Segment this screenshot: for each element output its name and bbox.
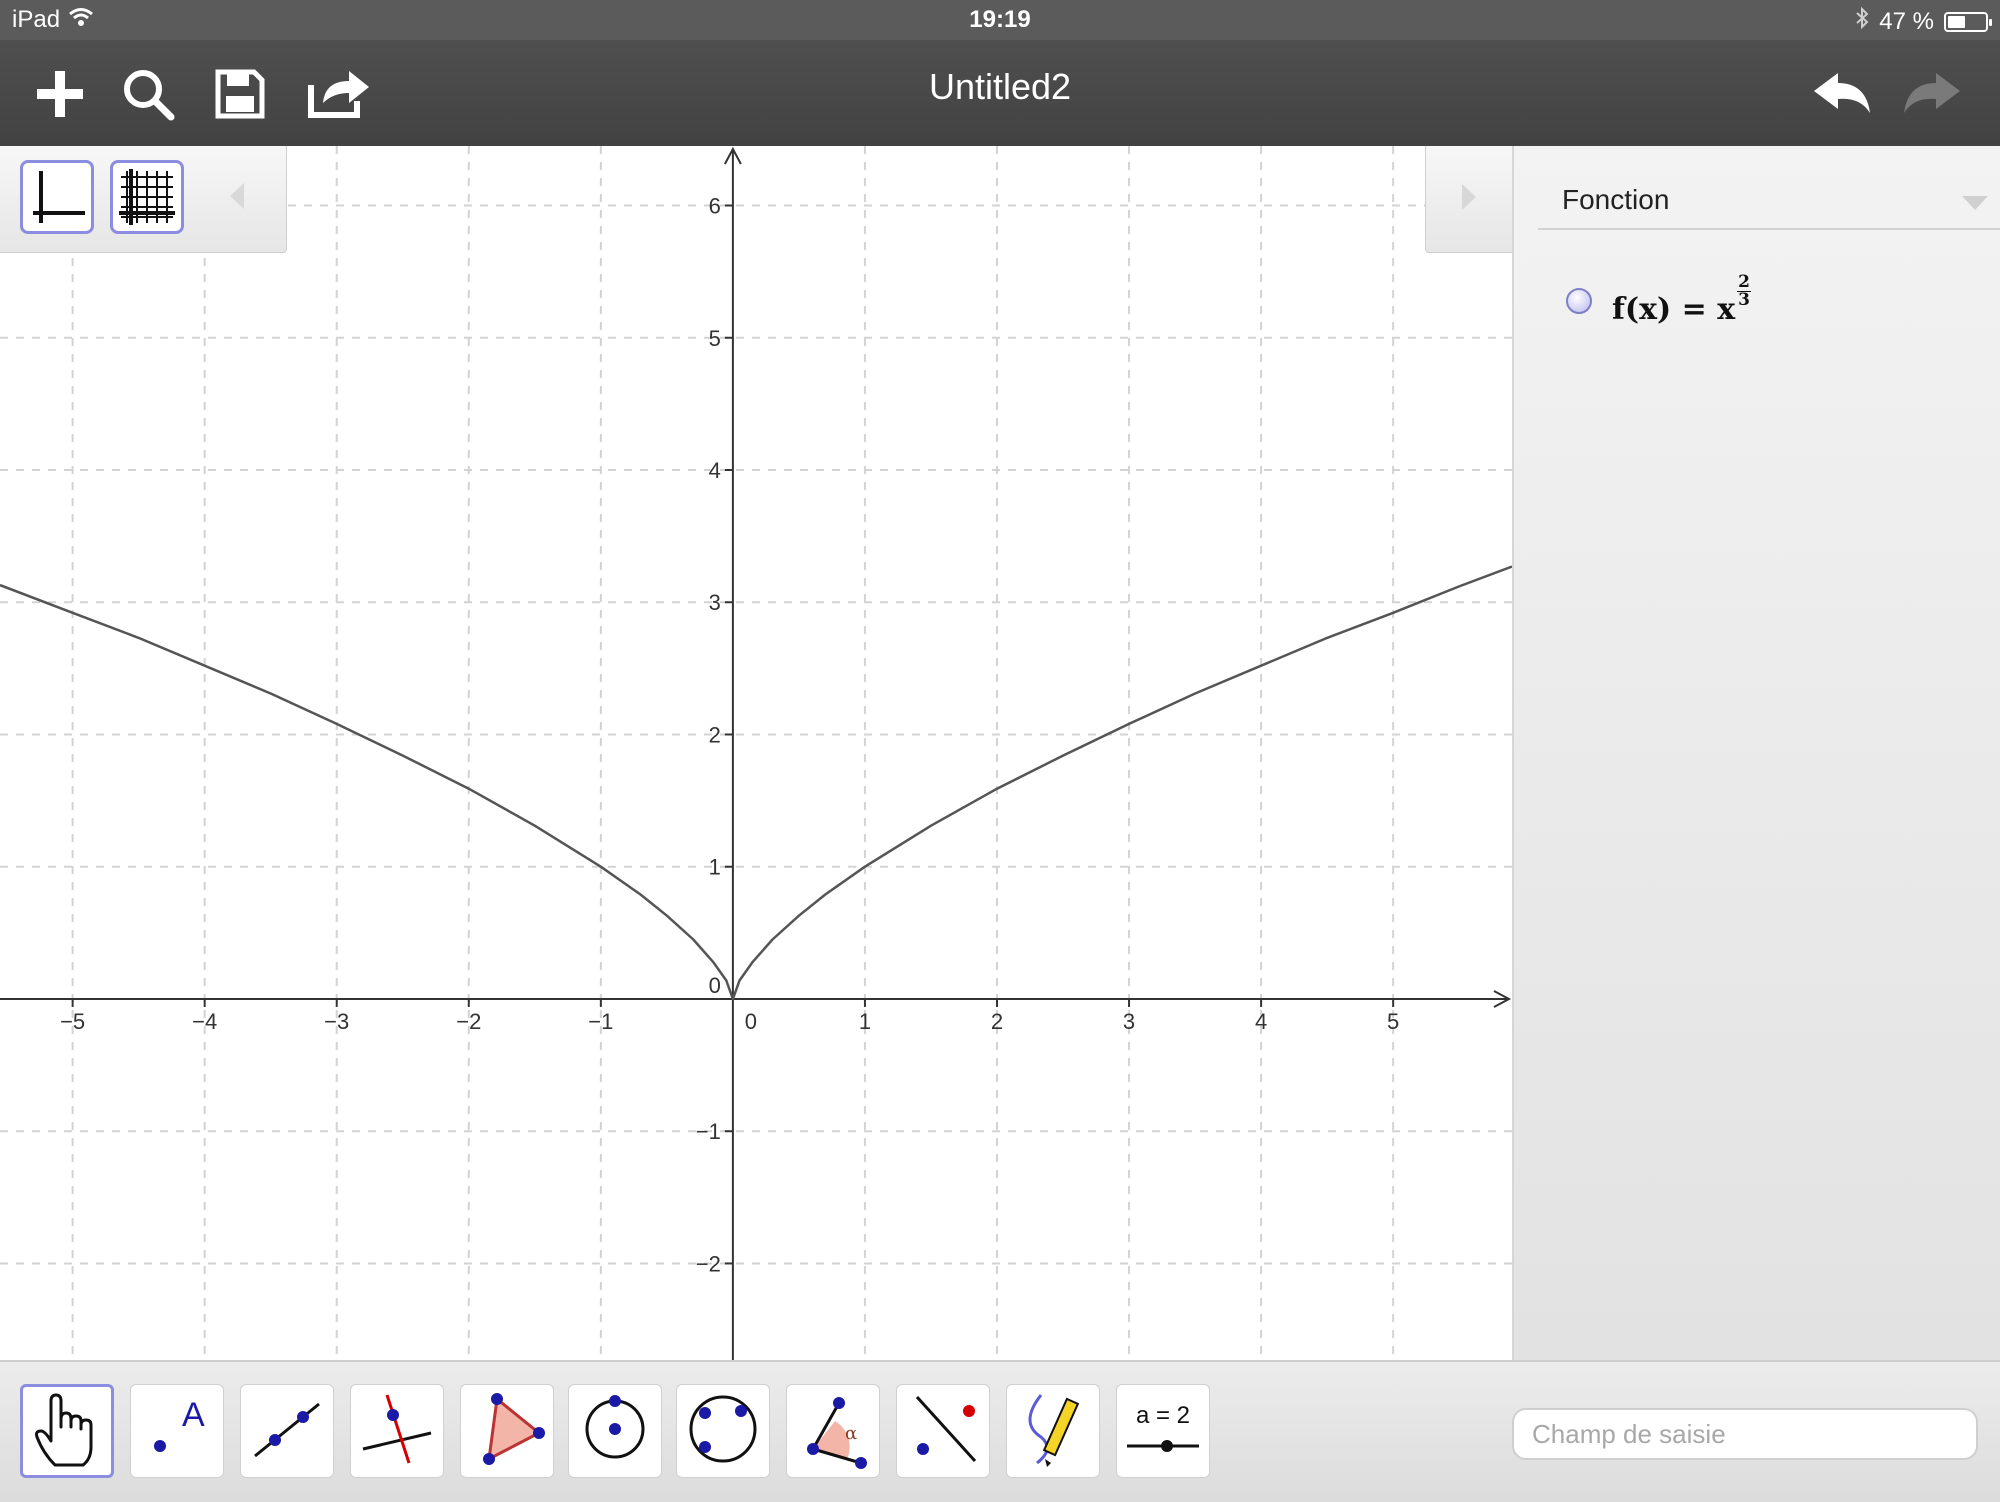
function-curve[interactable] [0,565,1512,1001]
visibility-toggle[interactable] [1566,287,1592,314]
x-tick-label: 5 [1387,1009,1399,1034]
x-tick-label: 2 [991,1009,1003,1034]
bluetooth-icon [1855,6,1869,37]
point-icon: A [142,1396,212,1466]
reflect-tool[interactable] [896,1384,990,1478]
y-tick-label: 1 [709,855,721,880]
y-tick-label: 3 [709,590,721,615]
status-right: 47 % [1855,6,1992,37]
x-tick-label: 4 [1255,1009,1267,1034]
x-tick-label: −5 [60,1009,85,1034]
algebra-sort-dropdown[interactable]: Fonction [1538,176,2000,230]
battery-percent: 47 % [1879,7,1934,35]
style-bar [0,146,287,253]
x-tick-label: 0 [745,1009,757,1034]
exponent-denominator: 3 [1738,290,1750,310]
y-tick-label: 5 [709,326,721,351]
x-tick-label: −2 [456,1009,481,1034]
grid-icon[interactable] [110,160,184,234]
status-time: 19:19 [969,6,1031,33]
input-bar[interactable] [1512,1408,1978,1460]
polygon-icon [469,1391,545,1472]
x-tick-label: −1 [588,1009,613,1034]
angle-icon: α [795,1393,871,1469]
pen-icon [1015,1389,1091,1474]
algebra-toggle-button[interactable] [1425,146,1512,253]
axes-icon[interactable] [20,160,94,234]
collapse-left-icon[interactable] [222,176,252,216]
slider-tool[interactable]: a = 2 [1116,1384,1210,1478]
y-tick-label: 6 [709,194,721,219]
x-tick-label: 3 [1123,1009,1135,1034]
y-tick-label: 0 [709,973,721,998]
line-tool[interactable] [240,1384,334,1478]
x-tick-label: −3 [324,1009,349,1034]
circle-center-tool[interactable] [568,1384,662,1478]
tool-bar: A α a = 2 Champ de saisie [0,1360,2000,1502]
reflect-icon [905,1391,981,1472]
polygon-tool[interactable] [460,1384,554,1478]
function-prefix: f(x) = x [1612,292,1736,327]
graphics-view[interactable]: −5 −4 −3 −2 −1 0 1 2 3 4 5 −2 −1 0 1 2 3 4 5 6 [0,146,1514,1360]
algebra-sort-label: Fonction [1562,184,1670,215]
algebra-entry-f[interactable]: f(x) = x23 [1566,274,1751,327]
freehand-tool[interactable] [1006,1384,1100,1478]
point-label: A [182,1396,205,1434]
status-bar: iPad 19:19 47 % [0,0,2000,40]
y-tick-label: −2 [696,1251,721,1276]
chevron-right-icon [1460,182,1478,217]
exponent-fraction: 23 [1737,274,1751,309]
circle-three-points-icon [685,1391,761,1472]
chevron-down-icon [1960,194,1990,217]
point-tool[interactable]: A [130,1384,224,1478]
perpendicular-tool[interactable] [350,1384,444,1478]
battery-icon [1944,11,1992,32]
graph-canvas[interactable]: −5 −4 −3 −2 −1 0 1 2 3 4 5 −2 −1 0 1 2 3 4 5 6 [0,146,1512,1360]
hand-icon [29,1389,105,1474]
redo-icon[interactable] [1892,54,1972,134]
function-definition[interactable]: f(x) = x23 [1612,274,1751,327]
document-title: Untitled2 [928,66,1072,107]
x-tick-label: −4 [192,1009,217,1034]
main-toolbar: Untitled2 [0,40,2000,146]
circle-center-icon [577,1391,653,1472]
angle-label: α [845,1423,858,1444]
function-graph[interactable] [0,565,1512,1001]
slider-icon: a = 2 [1123,1396,1203,1466]
angle-tool[interactable]: α [786,1384,880,1478]
y-tick-label: 2 [709,722,721,747]
axes [0,146,1512,1360]
y-tick-label: 4 [709,458,721,483]
move-tool[interactable] [20,1384,114,1478]
circle-three-points-tool[interactable] [676,1384,770,1478]
x-tick-label: 1 [859,1009,871,1034]
line-icon [249,1394,325,1469]
undo-icon[interactable] [1802,54,1882,134]
algebra-view: Fonction f(x) = x23 [1514,146,2000,1360]
grid [0,146,1512,1360]
y-tick-label: −1 [696,1119,721,1144]
perpendicular-icon [359,1391,435,1472]
